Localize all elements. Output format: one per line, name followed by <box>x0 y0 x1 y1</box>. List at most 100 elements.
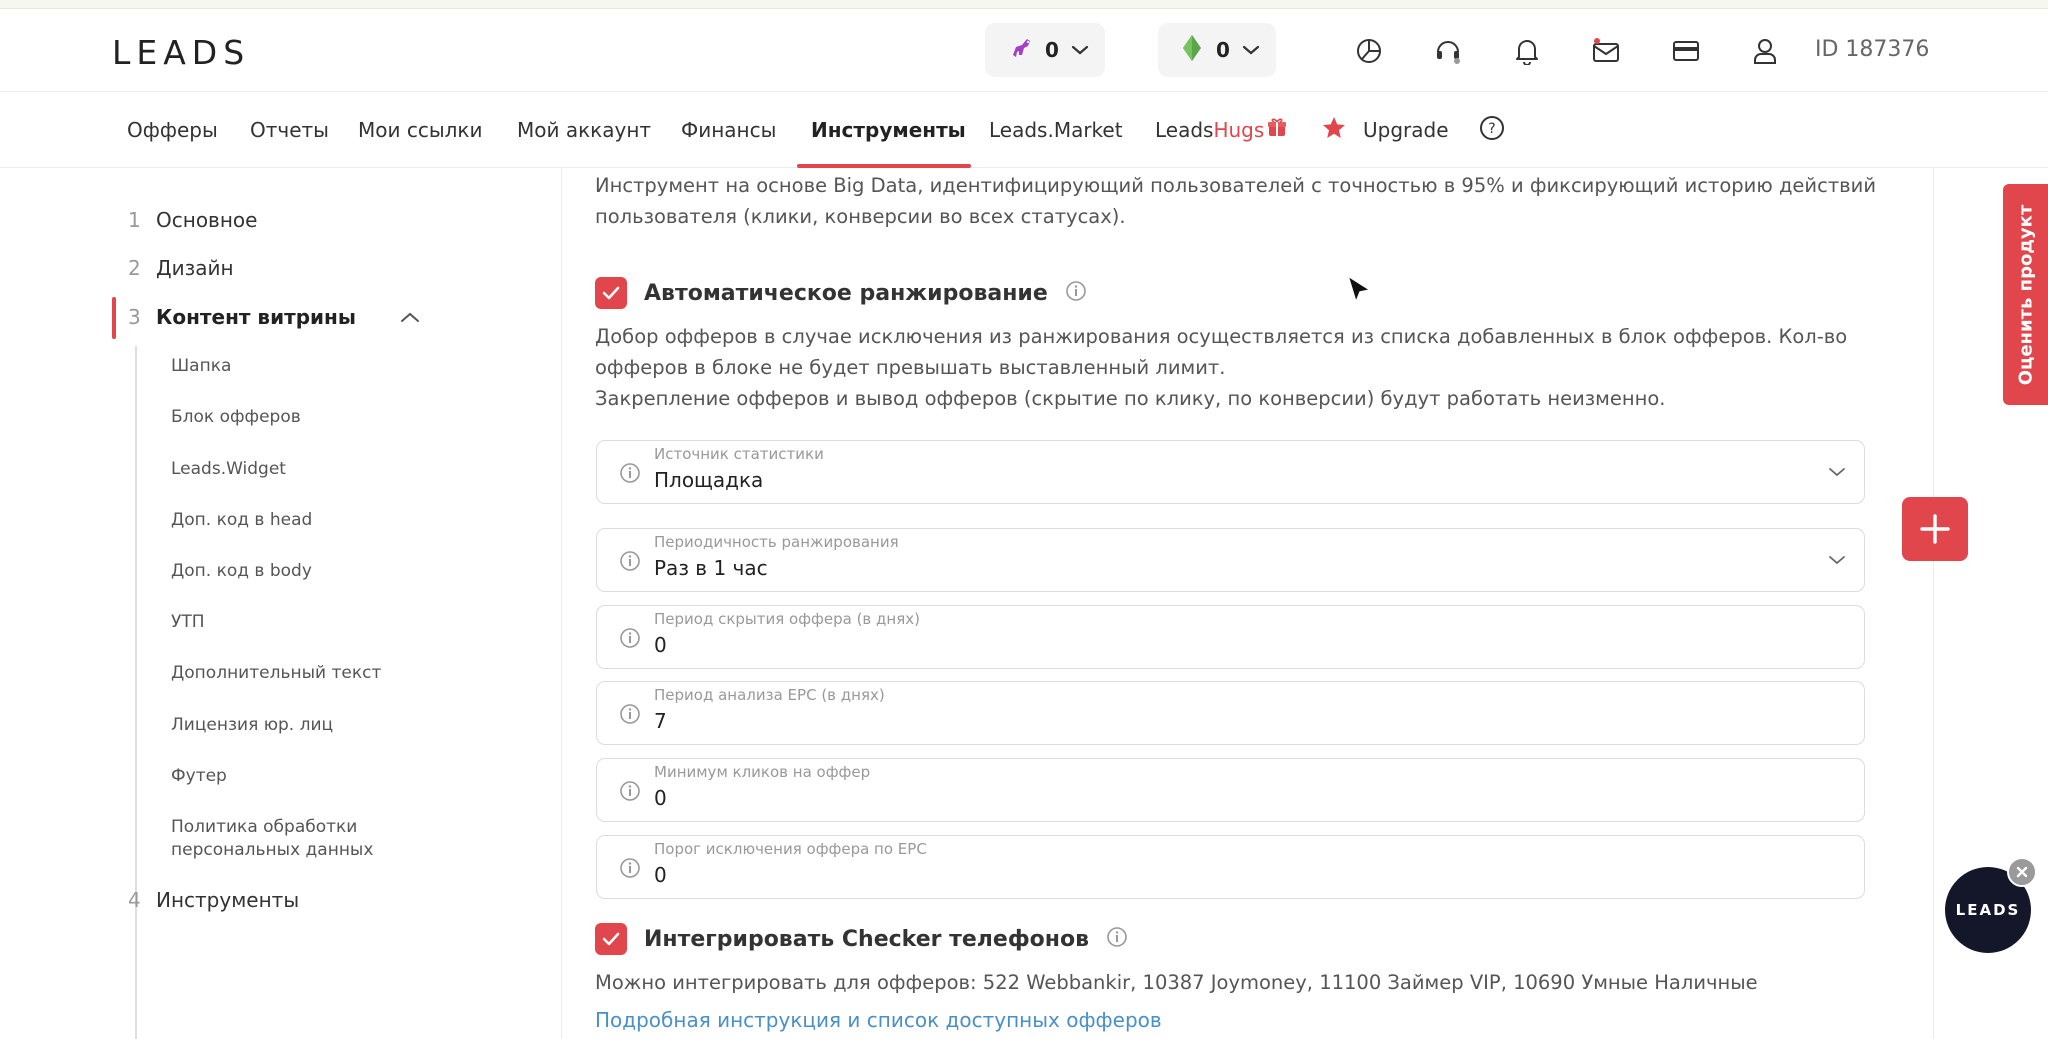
balance-counter-2[interactable]: 0 <box>1158 23 1276 77</box>
field-label: Порог исключения оффера по EPC <box>654 840 927 858</box>
active-step-indicator <box>112 297 116 339</box>
sidebar-subitem[interactable]: Футер <box>171 765 227 788</box>
sidebar-step-design[interactable]: 2 Дизайн <box>128 256 234 280</box>
header: LEADS 0 0 ID 187376 <box>0 9 2048 92</box>
nav-my-links[interactable]: Мои ссылки <box>358 92 483 168</box>
step-number: 4 <box>128 888 141 912</box>
hide-period-input[interactable]: Период скрытия оффера (в днях) 0 <box>596 605 1865 669</box>
info-icon[interactable] <box>1065 280 1087 306</box>
nav-offers[interactable]: Офферы <box>127 92 218 168</box>
nav-leads-hugs-prefix: Leads <box>1155 118 1214 142</box>
dino-icon <box>1007 35 1033 65</box>
content-border-right <box>1933 168 1934 1039</box>
epc-period-input[interactable]: Период анализа EPC (в днях) 7 <box>596 681 1865 745</box>
balance-value-1: 0 <box>1045 38 1059 62</box>
step-label: Инструменты <box>156 888 300 912</box>
stat-source-select[interactable]: Источник статистики Площадка <box>596 440 1865 504</box>
info-icon[interactable] <box>619 857 641 883</box>
checker-desc: Можно интегрировать для офферов: 522 Web… <box>595 971 1758 994</box>
sidebar: 1 Основное 2 Дизайн 3 Контент витрины Ша… <box>0 168 560 1039</box>
user-id[interactable]: ID 187376 <box>1815 37 1929 62</box>
chevron-up-icon[interactable] <box>400 309 420 328</box>
sidebar-subitem[interactable]: Политика обработки персональных данных <box>171 816 391 862</box>
bell-icon[interactable] <box>1511 35 1543 67</box>
sidebar-step-tools[interactable]: 4 Инструменты <box>128 888 299 912</box>
checker-title: Интегрировать Checker телефонов <box>644 926 1090 952</box>
checker-instructions-link[interactable]: Подробная инструкция и список доступных … <box>595 1008 1162 1032</box>
help-button[interactable]: ? <box>1479 92 1505 168</box>
stats-icon[interactable] <box>1353 35 1385 67</box>
field-value: 0 <box>654 633 667 657</box>
sidebar-step-basic[interactable]: 1 Основное <box>128 208 257 232</box>
checker-row: Интегрировать Checker телефонов <box>595 923 1128 955</box>
auto-ranking-checkbox[interactable] <box>595 277 627 309</box>
check-icon <box>602 932 620 946</box>
nav-finance[interactable]: Финансы <box>681 92 776 168</box>
chevron-down-icon <box>1828 463 1846 482</box>
user-icon[interactable] <box>1749 35 1781 67</box>
info-icon[interactable] <box>619 462 641 488</box>
sidebar-subitem[interactable]: Дополнительный текст <box>171 662 381 685</box>
sidebar-subitem[interactable]: УТП <box>171 611 205 634</box>
submenu-line <box>135 346 137 1039</box>
sidebar-subitem[interactable]: Блок офферов <box>171 406 301 429</box>
info-icon[interactable] <box>619 703 641 729</box>
epc-threshold-input[interactable]: Порог исключения оффера по EPC 0 <box>596 835 1865 899</box>
support-icon[interactable] <box>1432 35 1464 67</box>
field-value: 7 <box>654 709 667 733</box>
info-icon[interactable] <box>619 627 641 653</box>
svg-text:?: ? <box>1488 121 1495 137</box>
chevron-down-icon <box>1242 44 1260 56</box>
rate-product-label: Оценить продукт <box>2015 204 2036 385</box>
step-label: Контент витрины <box>156 305 356 329</box>
min-clicks-input[interactable]: Минимум кликов на оффер 0 <box>596 758 1865 822</box>
plus-icon <box>1920 514 1950 544</box>
sidebar-step-content[interactable]: 3 Контент витрины <box>128 305 356 329</box>
info-icon[interactable] <box>619 780 641 806</box>
gift-icon <box>1266 117 1288 144</box>
sidebar-subitem[interactable]: Leads.Widget <box>171 458 286 481</box>
nav-leads-hugs-suffix: Hugs <box>1213 118 1265 142</box>
step-number: 2 <box>128 256 141 280</box>
info-icon[interactable] <box>1106 926 1128 952</box>
mail-icon[interactable] <box>1590 35 1622 67</box>
field-label: Период скрытия оффера (в днях) <box>654 610 920 628</box>
balance-value-2: 0 <box>1216 38 1230 62</box>
step-label: Дизайн <box>156 256 234 280</box>
tool-intro-text: Инструмент на основе Big Data, идентифиц… <box>595 174 1877 228</box>
close-icon[interactable] <box>2007 857 2037 887</box>
nav-leads-hugs[interactable]: Leads Hugs <box>1155 92 1288 168</box>
nav-upgrade[interactable]: Upgrade <box>1321 92 1449 168</box>
ranking-period-select[interactable]: Периодичность ранжирования Раз в 1 час <box>596 528 1865 592</box>
help-icon: ? <box>1479 115 1505 146</box>
sidebar-subitem[interactable]: Доп. код в body <box>171 560 312 583</box>
nav-my-account[interactable]: Мой аккаунт <box>517 92 651 168</box>
chevron-down-icon <box>1828 551 1846 570</box>
sidebar-subitem[interactable]: Шапка <box>171 355 231 378</box>
add-button[interactable] <box>1902 497 1968 561</box>
info-icon[interactable] <box>619 550 641 576</box>
main-nav: Офферы Отчеты Мои ссылки Мой аккаунт Фин… <box>0 92 2048 168</box>
nav-reports[interactable]: Отчеты <box>250 92 329 168</box>
rate-product-tab[interactable]: Оценить продукт <box>2003 184 2048 405</box>
mouse-cursor-icon <box>1346 274 1374 310</box>
step-number: 1 <box>128 208 141 232</box>
sidebar-subitem[interactable]: Доп. код в head <box>171 509 312 532</box>
top-strip <box>0 0 2048 9</box>
field-label: Минимум кликов на оффер <box>654 763 871 781</box>
card-icon[interactable] <box>1670 35 1702 67</box>
active-tab-underline <box>797 164 971 168</box>
field-label: Периодичность ранжирования <box>654 533 899 551</box>
nav-tools[interactable]: Инструменты <box>811 92 966 168</box>
sidebar-subitem[interactable]: Лицензия юр. лиц <box>171 714 333 737</box>
nav-leads-market[interactable]: Leads.Market <box>989 92 1123 168</box>
step-number: 3 <box>128 305 141 329</box>
check-icon <box>602 286 620 300</box>
auto-ranking-desc-2: Закрепление офферов и вывод офферов (скр… <box>595 387 1666 410</box>
balance-counter-1[interactable]: 0 <box>985 23 1105 77</box>
checker-checkbox[interactable] <box>595 923 627 955</box>
star-icon <box>1321 115 1347 146</box>
logo[interactable]: LEADS <box>112 33 250 72</box>
field-value: 0 <box>654 863 667 887</box>
auto-ranking-desc-1: Добор офферов в случае исключения из ран… <box>595 325 1848 379</box>
